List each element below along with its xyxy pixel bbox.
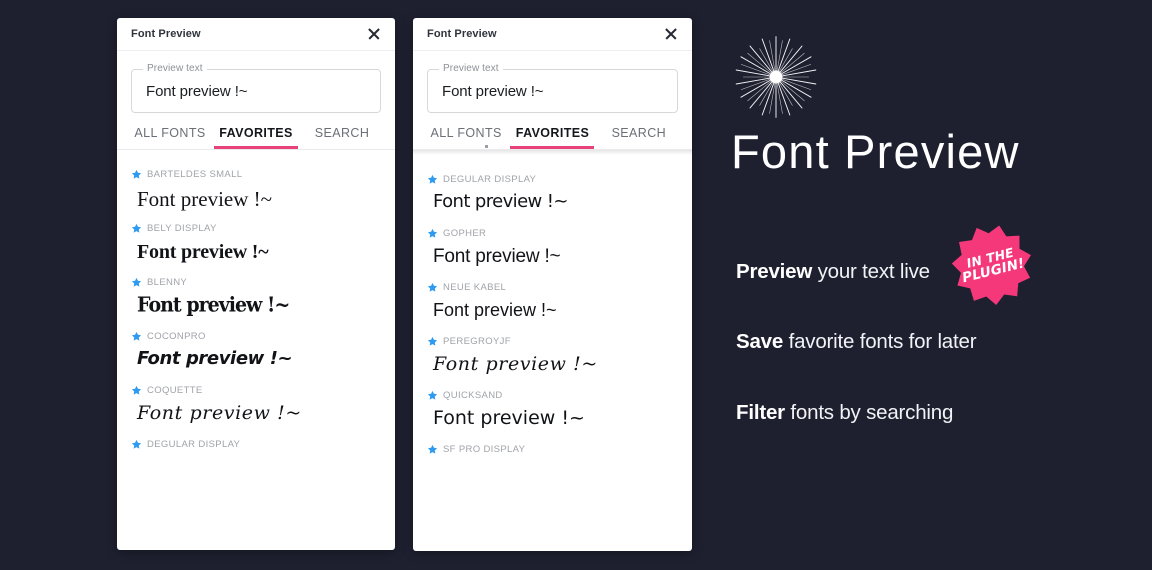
preview-text-label: Preview text bbox=[439, 63, 503, 74]
font-preview-panel-2: Font Preview Preview text Font preview !… bbox=[413, 18, 692, 551]
scroll-position-dot bbox=[485, 145, 488, 148]
star-icon[interactable] bbox=[427, 390, 438, 401]
starburst-icon bbox=[733, 34, 819, 120]
list-item[interactable]: DEGULAR DISPLAY Font preview !~ bbox=[413, 165, 692, 219]
feature-strong: Filter bbox=[736, 401, 785, 424]
tab-search[interactable]: SEARCH bbox=[299, 126, 385, 149]
preview-text-input[interactable]: Preview text Font preview !~ bbox=[131, 63, 381, 113]
preview-text-field-wrap: Preview text Font preview !~ bbox=[117, 51, 395, 113]
list-item[interactable]: DEGULAR DISPLAY bbox=[117, 430, 395, 453]
font-preview-panel-1: Font Preview Preview text Font preview !… bbox=[117, 18, 395, 550]
tab-bar: ALL FONTS FAVORITES SEARCH bbox=[413, 113, 692, 149]
font-list[interactable]: BARTELDES SMALL Font preview !~ BELY DIS… bbox=[117, 150, 395, 550]
preview-text-input[interactable]: Preview text Font preview !~ bbox=[427, 63, 678, 113]
star-icon[interactable] bbox=[131, 169, 142, 180]
font-item-header: PEREGROYJF bbox=[427, 334, 678, 348]
star-icon[interactable] bbox=[131, 385, 142, 396]
font-name: DEGULAR DISPLAY bbox=[443, 173, 537, 185]
tab-favorites[interactable]: FAVORITES bbox=[509, 126, 595, 149]
star-icon[interactable] bbox=[131, 277, 142, 288]
preview-text-field-wrap: Preview text Font preview !~ bbox=[413, 51, 692, 113]
feature-rest: favorite fonts for later bbox=[783, 330, 977, 353]
list-item[interactable]: GOPHER Font preview !~ bbox=[413, 219, 692, 273]
font-item-header: QUICKSAND bbox=[427, 388, 678, 402]
font-sample: Font preview !~ bbox=[137, 241, 269, 263]
font-item-header: COQUETTE bbox=[131, 383, 381, 397]
font-name: BARTELDES SMALL bbox=[147, 168, 243, 180]
preview-text-label: Preview text bbox=[143, 63, 207, 74]
font-item-header: BLENNY bbox=[131, 275, 381, 289]
tab-all-fonts[interactable]: ALL FONTS bbox=[127, 126, 213, 149]
preview-text-value: Font preview !~ bbox=[442, 82, 544, 100]
font-sample: Font preview !~ bbox=[137, 402, 302, 424]
panel-title: Font Preview bbox=[427, 28, 497, 40]
font-item-header: COCONPRO bbox=[131, 329, 381, 343]
font-sample: Font preview !~ bbox=[433, 246, 561, 267]
tab-search[interactable]: SEARCH bbox=[596, 126, 682, 149]
product-name: Font Preview bbox=[731, 125, 1020, 178]
list-item[interactable]: PEREGROYJF Font preview !~ bbox=[413, 327, 692, 381]
font-name: PEREGROYJF bbox=[443, 335, 511, 347]
list-item[interactable]: SF PRO DISPLAY bbox=[413, 435, 692, 458]
feature-save: Save favorite fonts for later bbox=[736, 330, 977, 354]
font-name: BLENNY bbox=[147, 276, 188, 288]
font-name: BELY DISPLAY bbox=[147, 222, 217, 234]
tab-all-fonts[interactable]: ALL FONTS bbox=[423, 126, 509, 149]
list-item[interactable]: QUICKSAND Font preview !~ bbox=[413, 381, 692, 435]
font-name: COCONPRO bbox=[147, 330, 206, 342]
star-icon[interactable] bbox=[427, 228, 438, 239]
font-sample: Font preview !~ bbox=[137, 293, 290, 317]
list-item[interactable]: COQUETTE Font preview !~ bbox=[117, 376, 395, 430]
star-icon[interactable] bbox=[427, 282, 438, 293]
star-icon[interactable] bbox=[131, 223, 142, 234]
feature-strong: Save bbox=[736, 330, 784, 353]
feature-rest: fonts by searching bbox=[784, 401, 954, 424]
feature-rest: your text live bbox=[812, 260, 930, 283]
panel-title: Font Preview bbox=[131, 28, 201, 40]
font-sample: Font preview !~ bbox=[433, 191, 568, 212]
font-item-header: DEGULAR DISPLAY bbox=[427, 172, 678, 186]
font-item-header: GOPHER bbox=[427, 226, 678, 240]
font-name: NEUE KABEL bbox=[443, 281, 507, 293]
font-sample: Font preview !~ bbox=[433, 353, 598, 375]
font-item-header: BARTELDES SMALL bbox=[131, 167, 381, 181]
list-item[interactable]: COCONPRO Font preview !~ bbox=[117, 322, 395, 376]
font-name: SF PRO DISPLAY bbox=[443, 443, 526, 455]
panel-titlebar: Font Preview bbox=[413, 18, 692, 51]
font-sample: Font preview !~ bbox=[433, 300, 557, 320]
font-item-header: BELY DISPLAY bbox=[131, 221, 381, 235]
feature-strong: Preview bbox=[736, 260, 813, 283]
font-sample: Font preview !~ bbox=[433, 407, 585, 429]
font-sample: Font preview !~ bbox=[137, 187, 273, 211]
star-icon[interactable] bbox=[427, 174, 438, 185]
star-icon[interactable] bbox=[131, 439, 142, 450]
list-item[interactable]: BLENNY Font preview !~ bbox=[117, 268, 395, 322]
promo-column: Font Preview IN THE PLUGIN! Preview your… bbox=[731, 20, 1133, 540]
star-icon[interactable] bbox=[427, 336, 438, 347]
list-item[interactable]: BELY DISPLAY Font preview !~ bbox=[117, 214, 395, 268]
close-icon[interactable] bbox=[365, 25, 383, 43]
star-icon[interactable] bbox=[131, 331, 142, 342]
close-icon[interactable] bbox=[662, 25, 680, 43]
preview-text-value: Font preview !~ bbox=[146, 82, 248, 100]
in-the-plugin-badge: IN THE PLUGIN! bbox=[951, 224, 1033, 306]
feature-preview: Preview your text live bbox=[736, 260, 930, 284]
tab-bar: ALL FONTS FAVORITES SEARCH bbox=[117, 113, 395, 149]
font-item-header: DEGULAR DISPLAY bbox=[131, 437, 381, 451]
feature-filter: Filter fonts by searching bbox=[736, 401, 953, 425]
font-item-header: SF PRO DISPLAY bbox=[427, 442, 678, 456]
tab-favorites[interactable]: FAVORITES bbox=[213, 126, 299, 149]
font-name: GOPHER bbox=[443, 227, 487, 239]
font-item-header: NEUE KABEL bbox=[427, 280, 678, 294]
list-item[interactable]: NEUE KABEL Font preview !~ bbox=[413, 273, 692, 327]
font-list[interactable]: DEGULAR DISPLAY Font preview !~ GOPHER F… bbox=[413, 155, 692, 551]
font-name: DEGULAR DISPLAY bbox=[147, 438, 241, 450]
star-icon[interactable] bbox=[427, 444, 438, 455]
panel-titlebar: Font Preview bbox=[117, 18, 395, 51]
list-item[interactable]: BARTELDES SMALL Font preview !~ bbox=[117, 160, 395, 214]
font-sample: Font preview !~ bbox=[137, 348, 293, 369]
font-name: COQUETTE bbox=[147, 384, 203, 396]
font-name: QUICKSAND bbox=[443, 389, 503, 401]
